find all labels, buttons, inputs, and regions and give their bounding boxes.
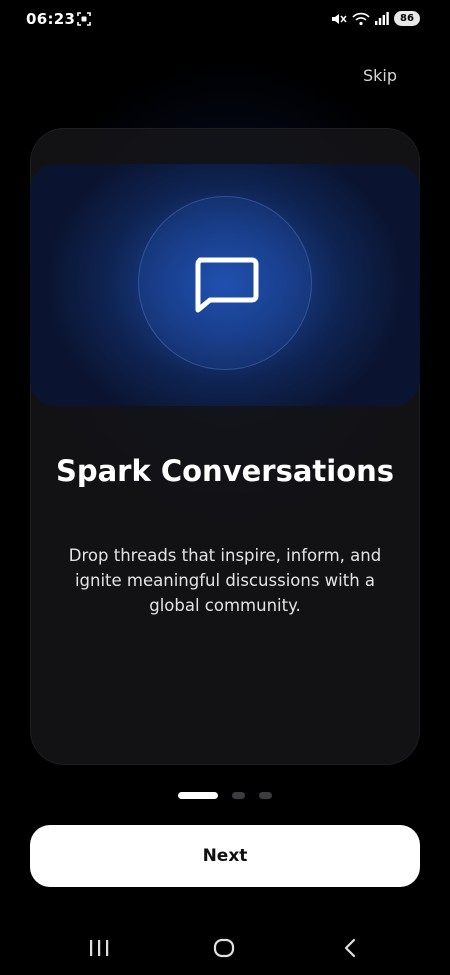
status-icons: 86 bbox=[331, 11, 420, 26]
recents-icon[interactable] bbox=[88, 939, 110, 957]
status-time: 06:23 bbox=[26, 10, 76, 28]
mute-icon bbox=[332, 13, 347, 24]
onboarding-title: Spark Conversations bbox=[30, 452, 420, 490]
onboarding-card: Spark Conversations Drop threads that in… bbox=[30, 128, 420, 765]
chat-bubble-icon bbox=[195, 257, 259, 313]
screen-record-icon bbox=[77, 12, 91, 26]
skip-button[interactable]: Skip bbox=[363, 66, 397, 85]
next-button[interactable]: Next bbox=[30, 825, 420, 887]
battery-level: 86 bbox=[394, 11, 420, 26]
onboarding-screen: 06:23 86 Skip Spark Conversations Drop t… bbox=[0, 0, 450, 975]
back-icon[interactable] bbox=[342, 938, 358, 958]
wifi-icon bbox=[352, 12, 370, 25]
system-nav-bar bbox=[0, 925, 450, 975]
status-bar: 06:23 86 bbox=[0, 0, 450, 40]
page-dot-1 bbox=[178, 792, 218, 799]
page-dot-3 bbox=[259, 792, 272, 799]
title-text: Spark Conversations bbox=[55, 454, 395, 488]
onboarding-description: Drop threads that inspire, inform, and i… bbox=[68, 546, 382, 615]
page-indicator bbox=[0, 792, 450, 799]
home-icon[interactable] bbox=[213, 938, 235, 958]
page-dot-2 bbox=[232, 792, 245, 799]
signal-icon bbox=[375, 12, 389, 25]
card-hero bbox=[30, 164, 420, 406]
